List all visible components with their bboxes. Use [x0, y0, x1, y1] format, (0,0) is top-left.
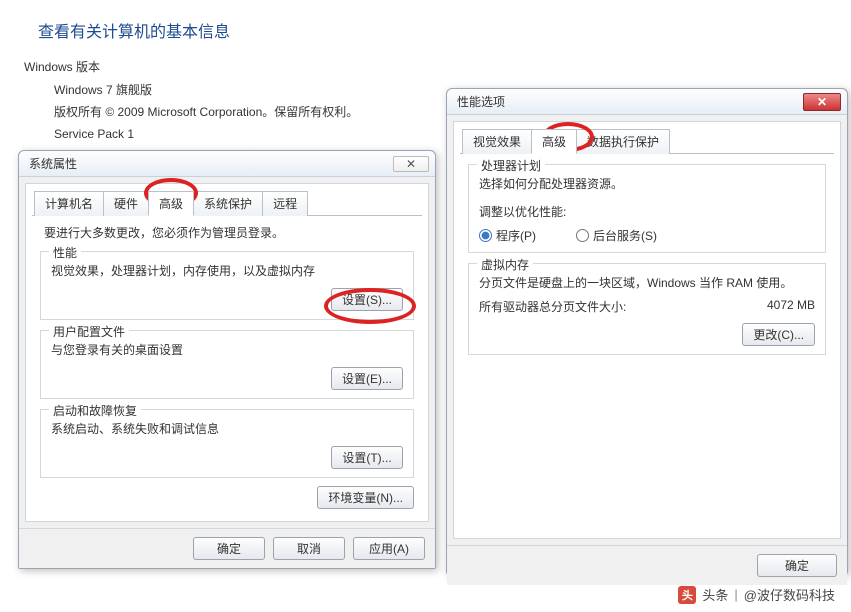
performance-group: 性能 视觉效果，处理器计划，内存使用，以及虚拟内存 设置(S)...	[40, 251, 414, 320]
perfopt-title: 性能选项	[457, 93, 505, 110]
close-icon[interactable]: ✕	[393, 156, 429, 172]
sysprop-cancel-button[interactable]: 取消	[273, 537, 345, 560]
radio-programs-input[interactable]	[479, 229, 492, 242]
perfopt-ok-button[interactable]: 确定	[757, 554, 837, 577]
tab-remote[interactable]: 远程	[262, 191, 308, 216]
performance-desc: 视觉效果，处理器计划，内存使用，以及虚拟内存	[51, 262, 403, 280]
adjust-label: 调整以优化性能:	[479, 203, 815, 221]
watermark-label: 头条	[702, 585, 728, 604]
startup-recovery-desc: 系统启动、系统失败和调试信息	[51, 420, 403, 438]
processor-scheduling-desc: 选择如何分配处理器资源。	[479, 175, 815, 193]
processor-scheduling-legend: 处理器计划	[477, 157, 545, 174]
sysprop-apply-button[interactable]: 应用(A)	[353, 537, 425, 560]
sysprop-ok-button[interactable]: 确定	[193, 537, 265, 560]
tab-advanced-perf[interactable]: 高级	[531, 129, 577, 154]
vm-change-button[interactable]: 更改(C)...	[742, 323, 815, 346]
radio-programs[interactable]: 程序(P)	[479, 227, 536, 244]
perfopt-tabs: 视觉效果 高级 数据执行保护	[460, 128, 834, 154]
vm-total-label: 所有驱动器总分页文件大小:	[479, 298, 626, 315]
system-properties-dialog: 系统属性 ✕ 计算机名 硬件 高级 系统保护 远程 要进行大多数更改，您必须作为…	[18, 150, 436, 569]
startup-recovery-group: 启动和故障恢复 系统启动、系统失败和调试信息 设置(T)...	[40, 409, 414, 478]
watermark-icon: 头	[678, 586, 696, 604]
tab-computer-name[interactable]: 计算机名	[34, 191, 104, 216]
radio-services-input[interactable]	[576, 229, 589, 242]
admin-note: 要进行大多数更改，您必须作为管理员登录。	[32, 216, 422, 241]
page-title: 查看有关计算机的基本信息	[0, 0, 851, 50]
user-profile-group: 用户配置文件 与您登录有关的桌面设置 设置(E)...	[40, 330, 414, 399]
virtual-memory-group: 虚拟内存 分页文件是硬盘上的一块区域，Windows 当作 RAM 使用。 所有…	[468, 263, 826, 355]
startup-recovery-settings-button[interactable]: 设置(T)...	[331, 446, 403, 469]
performance-settings-button[interactable]: 设置(S)...	[331, 288, 403, 311]
user-profile-desc: 与您登录有关的桌面设置	[51, 341, 403, 359]
sysprop-title: 系统属性	[29, 155, 77, 172]
processor-scheduling-group: 处理器计划 选择如何分配处理器资源。 调整以优化性能: 程序(P) 后台服务(S…	[468, 164, 826, 253]
close-icon[interactable]: ✕	[803, 93, 841, 111]
startup-recovery-legend: 启动和故障恢复	[49, 402, 141, 419]
performance-legend: 性能	[49, 244, 81, 261]
windows-version-label: Windows 版本	[0, 50, 851, 79]
env-vars-button[interactable]: 环境变量(N)...	[317, 486, 414, 509]
tab-visual-effects[interactable]: 视觉效果	[462, 129, 532, 154]
performance-options-dialog: 性能选项 ✕ 视觉效果 高级 数据执行保护 处理器计划 选择如何分配处理器资源。…	[446, 88, 848, 574]
tab-hardware[interactable]: 硬件	[103, 191, 149, 216]
watermark-author: @波仔数码科技	[744, 585, 835, 604]
radio-background-services[interactable]: 后台服务(S)	[576, 227, 657, 244]
user-profile-legend: 用户配置文件	[49, 323, 129, 340]
tab-system-protection[interactable]: 系统保护	[193, 191, 263, 216]
vm-total-value: 4072 MB	[767, 298, 815, 315]
tab-advanced[interactable]: 高级	[148, 191, 194, 216]
virtual-memory-legend: 虚拟内存	[477, 256, 533, 273]
user-profile-settings-button[interactable]: 设置(E)...	[331, 367, 403, 390]
tab-dep[interactable]: 数据执行保护	[576, 129, 670, 154]
sysprop-tabs: 计算机名 硬件 高级 系统保护 远程	[32, 190, 422, 216]
watermark: 头 头条 | @波仔数码科技	[678, 585, 835, 604]
virtual-memory-desc: 分页文件是硬盘上的一块区域，Windows 当作 RAM 使用。	[479, 274, 815, 292]
